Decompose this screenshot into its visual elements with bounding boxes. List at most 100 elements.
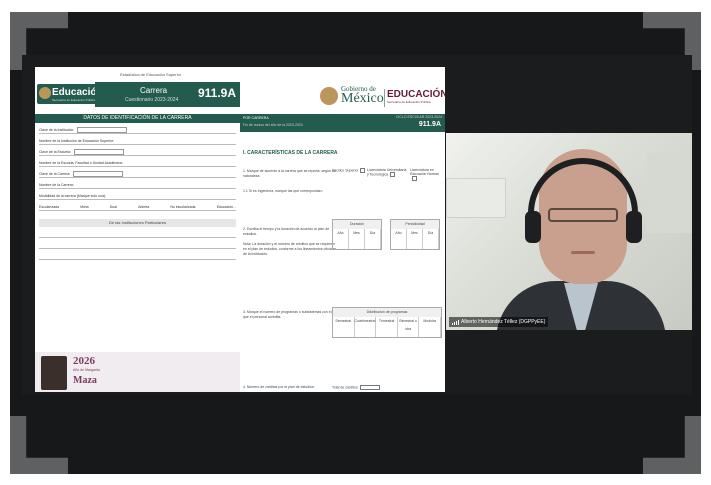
mouth	[571, 251, 595, 254]
form-info-bar: POR CARRERA Fin de cursos del año de la …	[240, 114, 445, 132]
form-header: Educación Secretaría de Educación Públic…	[35, 67, 240, 107]
col-header: Año	[333, 229, 349, 237]
duration-table[interactable]: Duración Año Mes Día	[332, 219, 382, 250]
banner-subtitle: Año de Margarita	[73, 368, 100, 372]
field-row[interactable]: Clave de la Escuela:	[39, 149, 236, 156]
banner-year: 2026	[73, 355, 95, 367]
field-row[interactable]	[39, 231, 236, 238]
option-licenciatura[interactable]: Licenciatura Universitaria y Tecnológica	[367, 168, 409, 177]
checkbox[interactable]	[360, 168, 366, 173]
form-subtitle: Cuestionario 2023-2024	[125, 97, 179, 103]
gobierno-logo: Gobierno de México EDUCACIÓN Secretaría …	[320, 85, 445, 111]
input-boxes[interactable]	[77, 127, 128, 134]
field-label: Clave de la Institución:	[39, 128, 75, 132]
logo-divider	[384, 89, 385, 107]
option-label: Licenciatura en Educación Normal	[410, 168, 439, 176]
option-label[interactable]: Dual	[110, 204, 117, 210]
input-cell[interactable]	[355, 325, 377, 337]
field-row[interactable]: Clave de la Carrera:	[39, 171, 236, 178]
question-2: 2. Escriba el tiempo y la duración de ac…	[243, 227, 330, 236]
field-label: Total de créditos:	[332, 385, 359, 390]
col-header: Semestral	[333, 317, 355, 325]
input-cell[interactable]	[398, 325, 420, 337]
question-2-note: Nota: La duración y el número de crédito…	[243, 242, 337, 256]
form-number: 911.9A	[418, 121, 441, 128]
field-row[interactable]	[39, 253, 236, 260]
field-row[interactable]	[39, 242, 236, 249]
input-cell[interactable]	[407, 237, 423, 249]
col-header: Día	[365, 229, 381, 237]
section-subtitle: De las Instituciones Particulares	[39, 219, 236, 227]
section-title: I. CARACTERÍSTICAS DE LA CARRERA	[243, 150, 338, 156]
educacion-logo: Educación Secretaría de Educación Públic…	[37, 84, 103, 104]
input-box[interactable]	[360, 385, 381, 390]
periodicity-table[interactable]: Periodicidad Año Mes Día	[390, 219, 440, 250]
credits-field[interactable]: Total de créditos:	[332, 385, 381, 390]
option-label[interactable]: Abierta	[138, 204, 149, 210]
webcam-tile[interactable]: Alberto Hernández Téllez (DGPPyEE)	[446, 133, 692, 330]
col-header: Mes	[349, 229, 365, 237]
option-label: Licenciatura Universitaria y Tecnológica	[367, 168, 407, 177]
option-label[interactable]: Mixta	[80, 204, 88, 210]
checkbox[interactable]	[390, 172, 396, 177]
mexico-text: México	[341, 91, 384, 106]
input-cell[interactable]	[333, 237, 349, 249]
option-label[interactable]: Educación...	[217, 204, 236, 210]
field-row[interactable]: Clave de la Institución:	[39, 127, 236, 134]
form-title: Carrera	[140, 86, 168, 95]
form-number: 911.9A	[197, 86, 236, 100]
question-4: 4. Número de créditos por el plan de est…	[243, 385, 315, 389]
educacion-text: EDUCACIÓN	[387, 89, 445, 100]
question-3: 3. Marque el número de programas o subsi…	[243, 310, 332, 319]
col-header: Modular	[419, 317, 441, 325]
col-header: Cuatrimestral	[354, 317, 377, 325]
input-cell[interactable]	[376, 325, 398, 337]
option-label: Técnico Superior	[332, 168, 359, 173]
input-cell[interactable]	[391, 237, 407, 249]
field-row[interactable]: Nombre de la Institución de Educación Su…	[39, 138, 236, 145]
option-label[interactable]: Escolarizada	[39, 204, 59, 210]
field-row[interactable]: Nombre de la Escuela, Facultad o Unidad …	[39, 160, 236, 167]
checkbox[interactable]	[412, 176, 417, 181]
earcup-right	[626, 211, 642, 243]
input-boxes[interactable]	[73, 149, 124, 156]
signal-icon	[452, 319, 459, 325]
field-label: Clave de la Carrera:	[39, 172, 71, 176]
programs-table[interactable]: Distribución de programas Semestral Cuat…	[332, 307, 442, 338]
logo-subtext: Secretaría de Educación Pública	[52, 98, 96, 102]
glasses	[548, 208, 618, 222]
field-label: Nombre de la Institución de Educación Su…	[39, 139, 115, 143]
col-header: Año	[391, 229, 407, 237]
form-page-left[interactable]: Educación Secretaría de Educación Públic…	[35, 67, 240, 392]
input-cell[interactable]	[365, 237, 381, 249]
input-boxes[interactable]	[73, 171, 124, 178]
input-cell[interactable]	[419, 325, 441, 337]
table-title: Distribución de programas	[333, 308, 441, 317]
input-cell[interactable]	[423, 237, 439, 249]
field-label: Clave de la Escuela:	[39, 150, 71, 154]
col-header: Bimestral u otra	[398, 317, 420, 331]
earcup-left	[525, 211, 541, 243]
background-wall	[647, 153, 692, 233]
col-header: Mes	[407, 229, 423, 237]
field-label: Nombre de la Escuela, Facultad o Unidad …	[39, 161, 123, 165]
input-cell[interactable]	[349, 237, 365, 249]
option-label[interactable]: No escolarizada	[170, 204, 195, 210]
section-title: DATOS DE IDENTIFICACIÓN DE LA CARRERA	[35, 114, 240, 123]
banner-name: Maza	[73, 375, 97, 386]
frame-corner-bottom-right	[643, 416, 701, 474]
col-header: Día	[423, 229, 439, 237]
input-cell[interactable]	[333, 325, 355, 337]
table-title: Duración	[333, 220, 381, 229]
field-row[interactable]: Modalidad de la carrera (Marque solo una…	[39, 193, 236, 200]
cycle-label: CICLO ESCOLAR 2023-2024	[395, 115, 442, 119]
form-title-bar: Estadística de Educación Superior Carrer…	[95, 72, 240, 107]
col-header: Trimestral	[376, 317, 398, 325]
form-page-right[interactable]: Gobierno de México EDUCACIÓN Secretaría …	[240, 67, 445, 392]
option-tecnico[interactable]: Técnico Superior	[332, 168, 372, 173]
question-1-1: 1.1 Si es Ingeniería, marque las que cor…	[243, 189, 323, 193]
option-normal[interactable]: Licenciatura en Educación Normal	[410, 168, 444, 181]
modalidad-options[interactable]: Escolarizada Mixta Dual Abierta No escol…	[39, 204, 236, 211]
field-row[interactable]: Nombre de la Carrera:	[39, 182, 236, 189]
seal-icon	[39, 87, 51, 99]
